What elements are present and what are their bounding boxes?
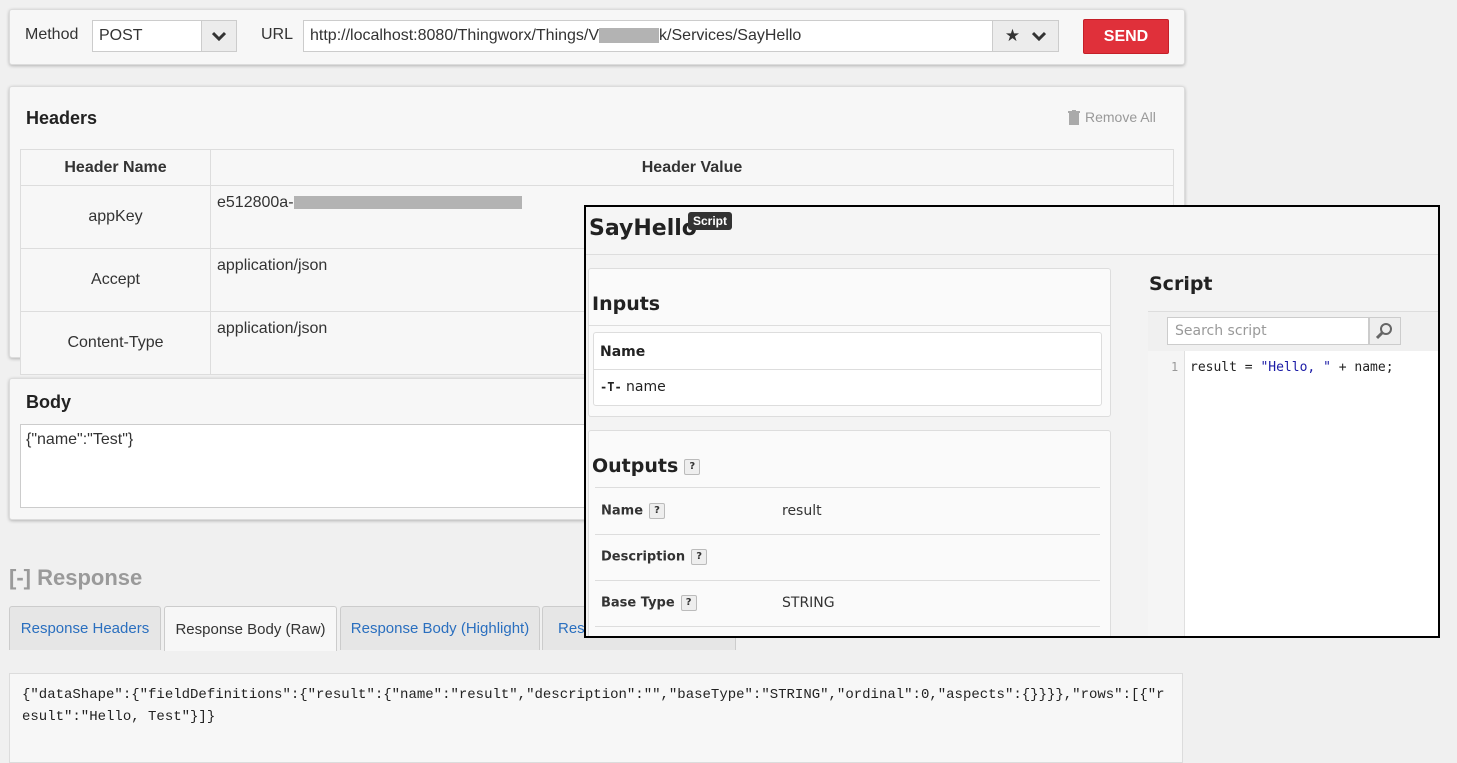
header-value-text: e512800a- [217,194,294,211]
output-key: Description? [601,549,708,565]
col-header-value: Header Value [210,149,1174,186]
output-key-text: Base Type [601,595,675,611]
search-icon [1376,323,1392,340]
output-key-text: Name [601,503,644,519]
code-string: "Hello, " [1260,360,1331,375]
search-script-input[interactable]: Search script [1167,317,1369,345]
request-bar: Method POST URL http://localhost:8080/Th… [9,9,1185,65]
redacted-block [599,28,660,44]
header-name-cell[interactable]: Content-Type [20,311,211,375]
help-icon[interactable]: ? [680,595,697,611]
help-icon[interactable]: ? [684,458,701,475]
outputs-title: Outputs? [592,455,701,477]
script-title: Script [1149,273,1213,295]
tab-response-headers[interactable]: Response Headers [9,606,161,650]
inputs-title: Inputs [592,293,661,315]
divider [589,325,1110,326]
inputs-table: Name -T- name [593,332,1102,406]
headers-title: Headers [26,108,98,128]
line-number: 1 [1171,360,1179,374]
overlay-header: SayHello Script [586,207,1438,255]
response-toggle[interactable]: [-] Response [9,565,142,591]
trash-icon [1068,109,1080,125]
header-name-cell[interactable]: Accept [20,248,211,312]
service-title: SayHello [589,216,697,241]
remove-all-label: Remove All [1085,109,1156,125]
url-prefix: http://localhost:8080/Thingworx/Things/V [310,27,600,44]
method-dropdown-button[interactable] [201,20,237,52]
output-key: Name? [601,503,666,519]
script-badge: Script [688,212,733,230]
remove-all-button[interactable]: Remove All [1068,109,1156,125]
output-row-basetype: Base Type? STRING [595,580,1100,627]
script-editor[interactable] [1148,351,1438,636]
method-select[interactable]: POST [92,20,202,52]
inputs-col-name: Name [600,344,646,360]
inputs-card: Inputs Name -T- name [588,268,1111,417]
divider [594,369,1101,370]
outputs-card: Outputs? Name? result Description? Base … [588,430,1111,636]
code-text: + name; [1330,360,1394,375]
help-icon[interactable]: ? [691,549,708,565]
chevron-down-icon[interactable] [1032,31,1047,41]
output-key: Base Type? [601,595,697,611]
output-value: STRING [782,595,835,611]
output-row-description: Description? [595,534,1100,581]
method-label: Method [25,26,79,43]
code-text: result = [1190,360,1261,375]
code-line: result = "Hello, " + name; [1190,360,1394,375]
response-body-raw: {"dataShape":{"fieldDefinitions":{"resul… [9,673,1183,763]
url-input[interactable]: http://localhost:8080/Thingworx/Things/V… [303,20,993,52]
chevron-down-icon [212,31,226,41]
star-icon[interactable]: ★ [1005,26,1020,46]
col-header-name: Header Name [20,149,211,186]
input-name[interactable]: name [626,379,666,395]
editor-gutter [1148,351,1185,636]
search-button[interactable] [1369,317,1401,345]
header-name-cell[interactable]: appKey [20,185,211,249]
tab-response-body-highlight[interactable]: Response Body (Highlight) [340,606,540,650]
help-icon[interactable]: ? [649,503,666,519]
redacted-block [293,196,522,210]
string-type-icon: -T- [600,380,622,394]
url-addons: ★ [992,20,1059,52]
output-key-text: Description [601,549,686,565]
service-overlay: SayHello Script Inputs Name -T- name Out… [584,205,1440,638]
output-value: result [782,503,822,519]
body-title: Body [26,392,71,412]
url-label: URL [261,26,294,43]
send-button[interactable]: SEND [1083,19,1169,54]
url-suffix: k/Services/SayHello [659,27,802,44]
tab-response-body-raw[interactable]: Response Body (Raw) [164,606,337,651]
output-row-name: Name? result [595,488,1100,535]
outputs-title-text: Outputs [592,455,679,477]
